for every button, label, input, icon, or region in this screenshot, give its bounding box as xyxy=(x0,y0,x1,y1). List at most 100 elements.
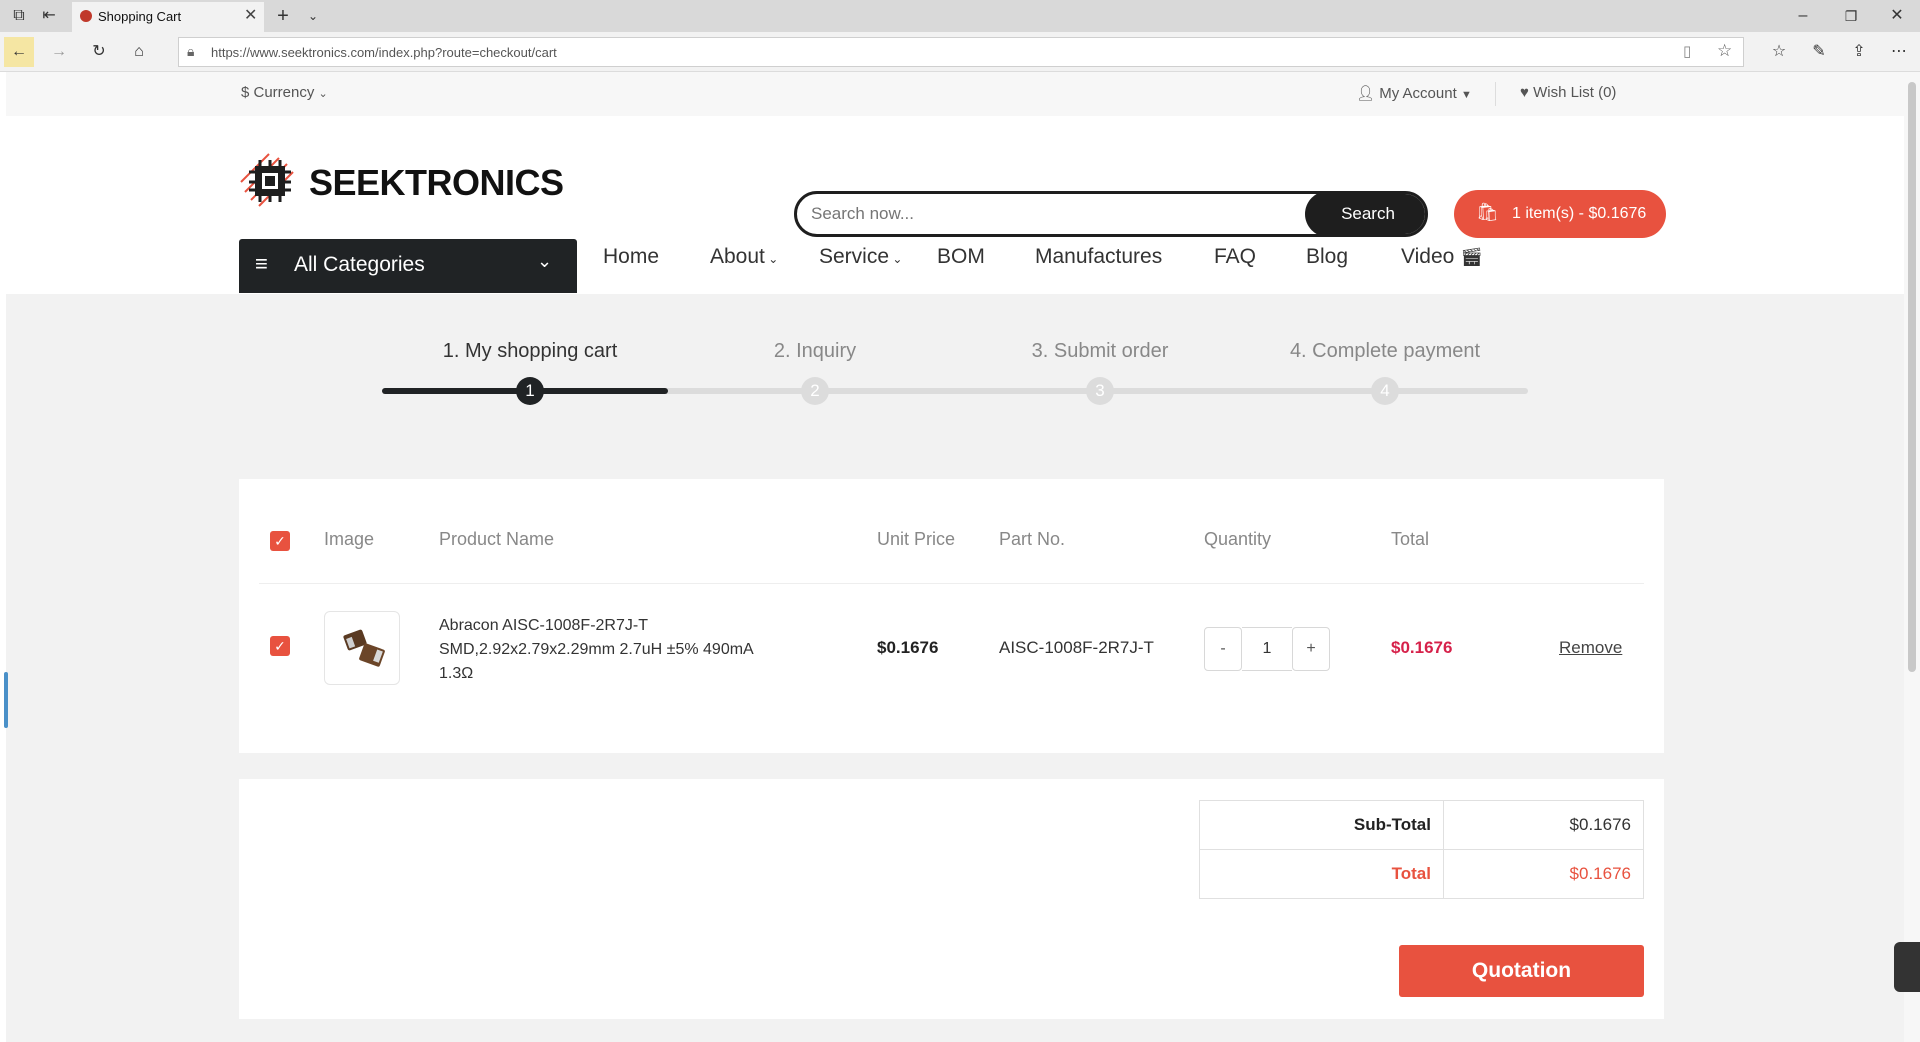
refresh-icon[interactable]: ↻ xyxy=(84,37,114,67)
favorite-star-icon[interactable]: ☆ xyxy=(1717,41,1732,61)
search-input[interactable] xyxy=(811,201,1291,227)
nav-video[interactable]: Video 🎬︎ xyxy=(1401,242,1483,272)
side-widget-tab[interactable] xyxy=(1894,942,1920,992)
page-scrollbar[interactable] xyxy=(1904,72,1920,1042)
unit-price-value: $0.1676 xyxy=(877,638,939,657)
quantity-input[interactable] xyxy=(1242,627,1292,671)
currency-label: $ Currency xyxy=(241,84,315,101)
nav-service[interactable]: Service ⌄ xyxy=(819,242,902,274)
product-name-line1: Abracon AISC-1008F-2R7J-T xyxy=(439,617,648,634)
wish-list-link[interactable]: ♥ Wish List (0) xyxy=(1520,84,1616,101)
logo-text: SEEKTRONICS xyxy=(309,162,564,203)
scrollbar-thumb[interactable] xyxy=(1908,82,1916,672)
back-arrow-icon[interactable]: ← xyxy=(4,37,34,67)
top-utility-bar: $ Currency ⌄ 👤︎ My Account ▼ ♥ Wish List… xyxy=(6,72,1904,116)
chevron-down-icon: ⌄ xyxy=(537,251,553,271)
product-thumbnail[interactable] xyxy=(324,611,400,685)
subtotal-label: Sub-Total xyxy=(1199,800,1444,850)
search-box: Search xyxy=(794,191,1428,237)
web-page: $ Currency ⌄ 👤︎ My Account ▼ ♥ Wish List… xyxy=(6,72,1904,1042)
browser-address-bar: ← → ↻ ⌂ 🔒︎ https://www.seektronics.com/i… xyxy=(0,32,1920,72)
step-4-dot: 4 xyxy=(1371,377,1399,405)
product-name[interactable]: Abracon AISC-1008F-2R7J-T SMD,2.92x2.79x… xyxy=(439,614,754,686)
pen-notes-icon[interactable]: ✎ xyxy=(1804,37,1834,67)
chevron-down-icon: ⌄ xyxy=(764,252,779,266)
tab-favicon-icon xyxy=(80,10,92,22)
cart-table-panel: ✓ Image Product Name Unit Price Part No.… xyxy=(239,479,1664,753)
step-1-label: 1. My shopping cart xyxy=(442,340,618,362)
select-all-checkbox[interactable]: ✓ xyxy=(270,531,290,551)
url-text: https://www.seektronics.com/index.php?ro… xyxy=(211,45,557,60)
left-edge-indicator xyxy=(4,672,8,728)
new-tab-icon[interactable]: + xyxy=(268,1,298,31)
site-logo[interactable]: SEEKTRONICS xyxy=(239,150,564,212)
nav-service-label: Service xyxy=(819,245,890,268)
nav-bom[interactable]: BOM xyxy=(937,242,985,272)
nav-about-label: About xyxy=(710,245,765,268)
nav-about[interactable]: About ⌄ xyxy=(710,242,778,274)
search-button[interactable]: Search xyxy=(1305,194,1425,234)
tab-close-icon[interactable]: ✕ xyxy=(244,5,257,25)
share-icon[interactable]: ⇪ xyxy=(1844,37,1874,67)
clapperboard-icon: 🎬︎ xyxy=(1460,247,1484,267)
more-menu-icon[interactable]: ⋯ xyxy=(1884,37,1914,67)
step-3-label: 3. Submit order xyxy=(1031,340,1169,362)
nav-blog[interactable]: Blog xyxy=(1306,242,1348,272)
chevron-down-icon: ⌄ xyxy=(318,88,328,100)
step-2-dot: 2 xyxy=(801,377,829,405)
qty-increment-button[interactable]: + xyxy=(1292,627,1330,671)
table-row: ✓ Abracon AISC-1008F-2R7J-T SMD,2.92x2.7… xyxy=(239,584,1664,714)
nav-video-label: Video xyxy=(1401,245,1455,268)
tab-list-chevron-icon[interactable]: ⌄ xyxy=(298,1,328,31)
window-minimize-icon[interactable]: – xyxy=(1788,1,1818,31)
tab-title: Shopping Cart xyxy=(98,9,182,24)
product-name-line2: SMD,2.92x2.79x2.29mm 2.7uH ±5% 490mA xyxy=(439,641,754,658)
tab-aside-icon[interactable]: ⇤ xyxy=(34,1,64,31)
lock-icon: 🔒︎ xyxy=(187,43,195,59)
step-1-dot: 1 xyxy=(516,377,544,405)
header-quantity: Quantity xyxy=(1204,529,1272,549)
window-restore-icon[interactable]: ❐ xyxy=(1836,1,1866,31)
my-account-menu[interactable]: 👤︎ My Account ▼ xyxy=(1356,84,1472,102)
header-part-no: Part No. xyxy=(999,529,1066,549)
nav-faq[interactable]: FAQ xyxy=(1214,242,1256,272)
browser-tab-bar: ⧉ ⇤ Shopping Cart ✕ + ⌄ – ❐ ✕ xyxy=(0,0,1920,32)
topbar-divider xyxy=(1495,82,1496,106)
step-3-dot: 3 xyxy=(1086,377,1114,405)
forward-arrow-icon[interactable]: → xyxy=(44,37,74,67)
user-icon: 👤︎ xyxy=(1356,85,1376,102)
row-total-value: $0.1676 xyxy=(1391,638,1453,657)
shopping-bag-icon: 🛍︎ xyxy=(1476,202,1499,222)
remove-link[interactable]: Remove xyxy=(1559,638,1622,658)
chevron-down-icon: ⌄ xyxy=(889,252,903,266)
all-categories-menu[interactable]: ≡ All Categories ⌄ xyxy=(239,239,577,293)
url-field[interactable]: 🔒︎ https://www.seektronics.com/index.php… xyxy=(178,37,1744,67)
inductor-image-icon xyxy=(343,629,385,667)
header-image: Image xyxy=(324,529,375,549)
part-no-value: AISC-1008F-2R7J-T xyxy=(999,638,1154,657)
caret-down-icon: ▼ xyxy=(1460,89,1472,101)
row-checkbox[interactable]: ✓ xyxy=(270,636,290,656)
product-name-line3: 1.3Ω xyxy=(439,665,474,682)
home-icon[interactable]: ⌂ xyxy=(124,37,154,67)
nav-manufactures[interactable]: Manufactures xyxy=(1035,242,1162,272)
window-close-icon[interactable]: ✕ xyxy=(1882,1,1912,31)
reading-view-icon[interactable]: ▯ xyxy=(1683,42,1691,60)
browser-tab[interactable]: Shopping Cart ✕ xyxy=(72,2,264,32)
total-value: $0.1676 xyxy=(1443,849,1644,899)
step-4-label: 4. Complete payment xyxy=(1289,340,1481,362)
subtotal-value: $0.1676 xyxy=(1443,800,1644,850)
cart-summary-button[interactable]: 🛍︎ 1 item(s) - $0.1676 xyxy=(1454,190,1666,238)
qty-decrement-button[interactable]: - xyxy=(1204,627,1242,671)
tab-manager-icon[interactable]: ⧉ xyxy=(4,1,34,31)
my-account-label: My Account xyxy=(1379,85,1457,102)
step-2-label: 2. Inquiry xyxy=(773,340,857,362)
cart-summary-label: 1 item(s) - $0.1676 xyxy=(1512,205,1647,222)
quotation-button[interactable]: Quotation xyxy=(1399,945,1644,997)
hamburger-menu-icon: ≡ xyxy=(255,251,268,276)
total-label: Total xyxy=(1199,849,1444,899)
currency-selector[interactable]: $ Currency ⌄ xyxy=(241,84,328,101)
nav-home[interactable]: Home xyxy=(603,242,659,272)
favorites-hub-icon[interactable]: ☆ xyxy=(1764,37,1794,67)
all-categories-label: All Categories xyxy=(294,253,425,276)
